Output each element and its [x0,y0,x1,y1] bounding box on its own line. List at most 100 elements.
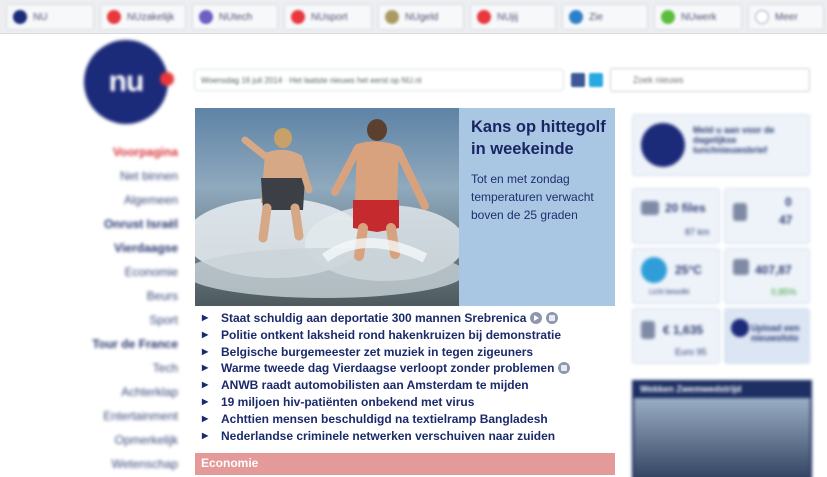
nav-item-wetenschap[interactable]: Wetenschap [60,452,179,476]
tab-label: NUwerk [681,11,717,23]
headline-item[interactable]: ▶ Staat schuldig aan deportatie 300 manne… [195,310,615,327]
headline-text[interactable]: Achttien mensen beschuldigd na textielra… [221,412,548,426]
video-thumbnail[interactable] [634,398,810,477]
tab-nu[interactable]: NU [6,4,94,30]
headline-item[interactable]: ▶ ANWB raadt automobilisten aan Amsterdam… [195,377,615,394]
nav-item-algemeen[interactable]: Algemeen [60,188,178,212]
tab-label: NUgeld [405,11,439,23]
headline-text[interactable]: 19 miljoen hiv-patiënten onbekend met vi… [221,395,474,409]
tab-nusport[interactable]: NUsport [284,4,372,30]
chart-icon [733,259,749,275]
bullet-arrow-icon: ▶ [202,313,209,322]
train-value: 0 [785,195,792,209]
tab-label: NUsport [311,11,348,23]
aex-widget[interactable]: 407,87 0,85% [724,248,810,304]
tab-nujij[interactable]: NUjij [470,4,556,30]
tab-icon [13,10,27,24]
video-widget[interactable]: Wekken Zwemwedstrijd [632,380,812,477]
headline-text[interactable]: Warme tweede dag Vierdaagse verloopt zon… [221,361,554,375]
tab-nutech[interactable]: NUtech [192,4,278,30]
train-icon [733,203,747,221]
section-header-label: Economie [201,456,259,470]
bullet-arrow-icon: ▶ [202,430,209,440]
nav-item-sport[interactable]: Sport [60,308,178,332]
hero-subtitle: Tot en met zondag temperaturen verwacht … [471,172,594,222]
newsletter-promo[interactable]: Meld u aan voor de dagelijkse lunchnieuw… [632,114,810,176]
tab-zie[interactable]: Zie [562,4,648,30]
nav-item-economie[interactable]: Economie [60,260,178,284]
logo-accent-dot [160,72,174,86]
nav-item-vierdaagse[interactable]: Vierdaagse [60,236,178,260]
traffic-widget[interactable]: 20 files 87 km [632,188,720,244]
headline-text[interactable]: Nederlandse criminele netwerken verschui… [221,429,555,443]
headline-item[interactable]: ▶ Belgische burgemeester zet muziek in te… [195,344,615,361]
nav-item-onrust-isra-l[interactable]: Onrust Israël [60,212,178,236]
search-input[interactable] [610,68,810,92]
bullet-arrow-icon: ▶ [202,346,209,356]
hero-article[interactable]: Kans op hittegolf in weekeinde Tot en me… [195,108,615,306]
fuel-type: Euro 95 [675,347,707,357]
tab-label: Meer [775,11,798,23]
video-widget-title: Wekken Zwemwedstrijd [640,384,742,394]
dateline: Woensdag 16 juli 2014 · Het laatste nieu… [194,69,564,91]
nav-item-entertainment[interactable]: Entertainment [60,404,178,428]
bullet-arrow-icon: ▶ [202,329,209,339]
fuel-widget[interactable]: € 1,635 Euro 95 [632,308,720,364]
aex-change: 0,85% [771,287,797,297]
nu-small-logo-icon [641,123,685,167]
facebook-icon[interactable] [571,73,585,87]
headline-item[interactable]: ▶ Nederlandse criminele netwerken verschu… [195,428,615,445]
tab-icon [755,10,769,24]
hero-photo[interactable] [195,108,459,306]
aex-value: 407,87 [755,263,792,277]
weather-icon [641,257,667,283]
nav-item-achterklap[interactable]: Achterklap [60,380,178,404]
nav-item-tour-de-france[interactable]: Tour de France [60,332,178,356]
camera-icon [731,319,749,337]
section-header-economie[interactable]: Economie [195,453,615,475]
headline-text[interactable]: Belgische burgemeester zet muziek in teg… [221,345,533,359]
tab-nuwerk[interactable]: NUwerk [654,4,742,30]
nav-item-net-binnen[interactable]: Net binnen [60,164,178,188]
headline-text[interactable]: Staat schuldig aan deportatie 300 mannen… [221,311,526,325]
fuel-price: € 1,635 [663,323,704,337]
upload-photo-widget[interactable]: Upload een nieuwsfoto [724,308,810,364]
tab-icon [291,10,305,24]
tab-label: NUtech [219,11,253,23]
headline-text[interactable]: Politie ontkent laksheid rond hakenkruiz… [221,328,561,342]
headline-item[interactable]: ▶ 19 miljoen hiv-patiënten onbekend met v… [195,394,615,411]
tab-label: NUzakelijk [127,11,175,23]
photo-icon[interactable] [546,312,559,324]
nav-item-tech[interactable]: Tech [60,356,178,380]
nav-item-opmerkelijk[interactable]: Opmerkelijk [60,428,178,452]
traffic-count: 20 files [665,201,706,215]
hero-text-block: Kans op hittegolf in weekeinde Tot en me… [471,116,611,224]
tab-label: NUjij [497,11,519,23]
tab-icon [199,10,213,24]
headline-item[interactable]: ▶ Politie ontkent laksheid rond hakenkrui… [195,327,615,344]
car-icon [641,201,659,215]
traffic-km: 87 km [685,227,710,237]
nav-item-beurs[interactable]: Beurs [60,284,178,308]
twitter-icon[interactable] [589,73,603,87]
photo-icon[interactable] [558,362,571,375]
headline-text[interactable]: ANWB raadt automobilisten aan Amsterdam … [221,378,529,392]
tab-label: Zie [589,11,603,23]
upload-photo-text: Upload een nieuwsfoto [751,323,800,343]
hero-title[interactable]: Kans op hittegolf in weekeinde [471,116,611,160]
nav-item-voorpagina[interactable]: Voorpagina [60,140,178,164]
bullet-arrow-icon: ▶ [202,363,209,373]
weather-widget[interactable]: 25°C Licht bewolkt [632,248,720,304]
tab-icon [107,10,121,24]
tab-nugeld[interactable]: NUgeld [378,4,464,30]
fuel-pump-icon [641,321,655,339]
train-widget[interactable]: 0 47 [724,188,810,244]
tab-meer[interactable]: Meer [748,4,824,30]
headline-item[interactable]: ▶ Warme tweede dag Vierdaagse verloopt zo… [195,360,615,377]
tab-nuzakelijk[interactable]: NUzakelijk [100,4,186,30]
nu-logo[interactable]: nu [84,40,174,124]
headline-item[interactable]: ▶ Achttien mensen beschuldigd na textielr… [195,411,615,428]
video-play-icon[interactable] [530,312,543,324]
tab-icon [661,10,675,24]
bullet-arrow-icon: ▶ [202,380,209,390]
